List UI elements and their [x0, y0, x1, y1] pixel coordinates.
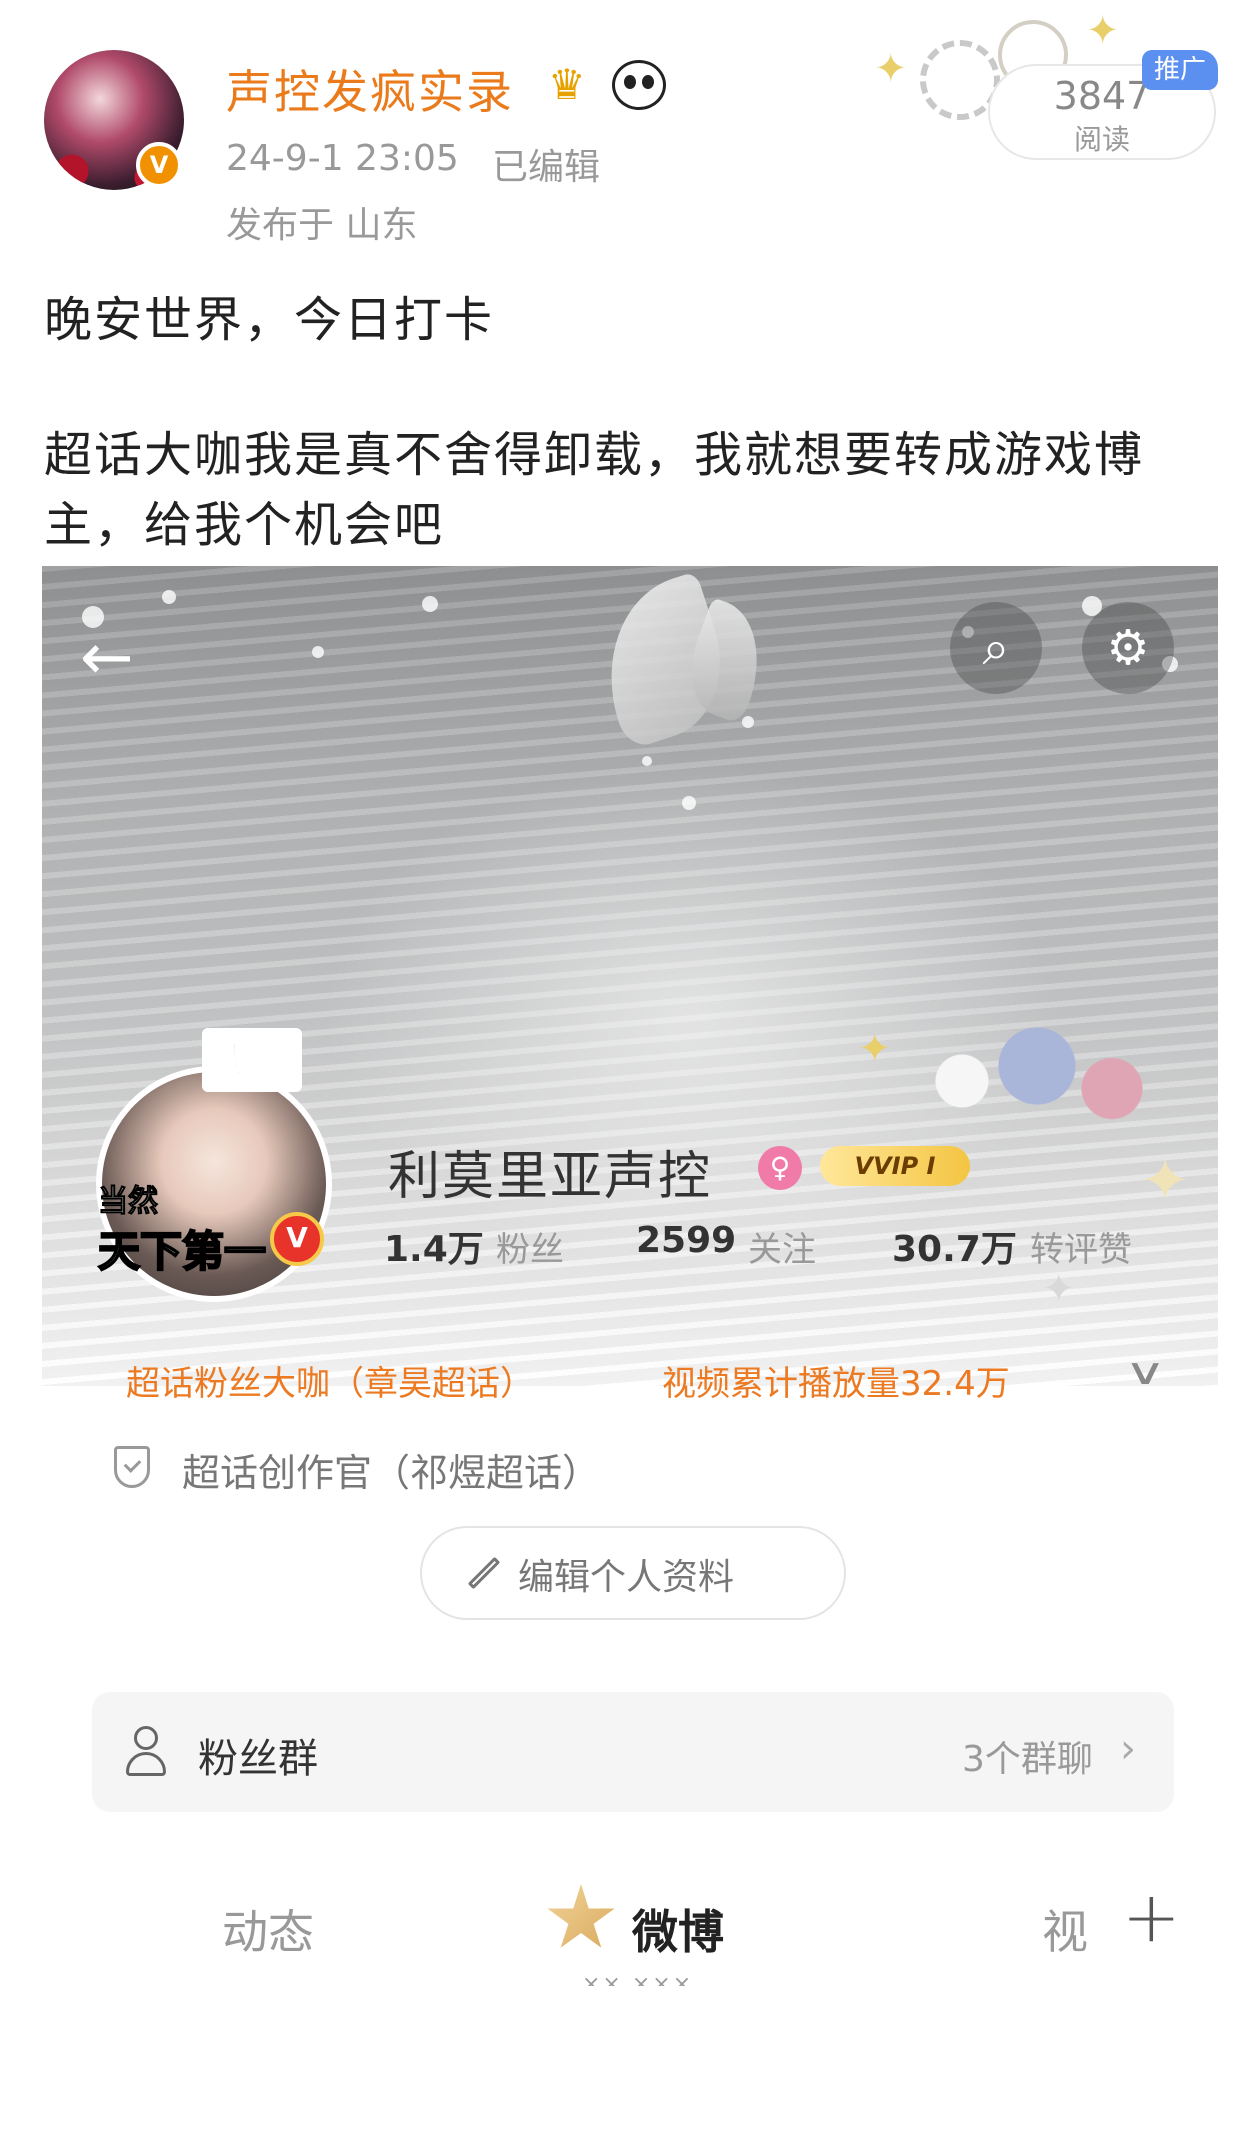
- video-plays-badge[interactable]: 视频累计播放量32.4万: [662, 1356, 1010, 1405]
- post-text-line-1: 晚安世界，今日打卡: [44, 292, 495, 348]
- edited-label[interactable]: 已编辑: [492, 138, 600, 190]
- star-decoration-icon: ✦: [874, 46, 908, 92]
- edit-profile-label: 编辑个人资料: [518, 1557, 735, 1598]
- avatar-sticker-big: 天下第一: [97, 1226, 267, 1277]
- creator-title[interactable]: 超话创作官（祁煜超话）: [182, 1442, 600, 1497]
- vip-badge[interactable]: VVIP I: [820, 1146, 970, 1186]
- panda-icon: [612, 60, 666, 110]
- superfan-badge[interactable]: 超话粉丝大咖（章昊超话）: [126, 1356, 534, 1405]
- plus-icon[interactable]: +: [1122, 1876, 1181, 1958]
- group-icon: [120, 1726, 174, 1780]
- post-time: 24-9-1 23:05: [226, 138, 459, 179]
- profile-name: 利莫里亚声控: [388, 1147, 713, 1207]
- star-decoration-icon: ✦: [858, 1026, 892, 1072]
- female-icon: ♀: [758, 1146, 802, 1190]
- star-decoration-icon: ✦: [1042, 1266, 1076, 1312]
- star-decoration-icon: ✦: [1086, 8, 1120, 54]
- post-text-line-2: 超话大咖我是真不舍得卸载，我就想要转成游戏博主，给我个机会吧: [44, 427, 1145, 553]
- chevron-right-icon: ›: [1120, 1726, 1136, 1772]
- following-label[interactable]: 关注: [748, 1222, 816, 1271]
- verified-badge-icon: V: [270, 1212, 324, 1266]
- tab-weibo[interactable]: 微博: [632, 1896, 724, 1962]
- following-count[interactable]: 2599: [636, 1220, 736, 1261]
- tab-weibo-subtitle: ×× ×××: [582, 1972, 694, 1986]
- tab-video[interactable]: 视: [1042, 1896, 1088, 1962]
- interactions-label[interactable]: 转评赞: [1030, 1222, 1132, 1271]
- crown-icon: ♛: [548, 60, 586, 109]
- fans-group-count: 3个群聊: [962, 1739, 1093, 1780]
- fans-group-card[interactable]: 粉丝群 3个群聊 ›: [92, 1692, 1174, 1812]
- gear-icon[interactable]: ⚙: [1082, 602, 1174, 694]
- fans-group-label: 粉丝群: [198, 1736, 318, 1782]
- verified-badge-icon: V: [136, 142, 182, 188]
- flower-decoration: [872, 1006, 1172, 1156]
- avatar-sticker-top: 我推: [202, 1028, 302, 1092]
- fans-label[interactable]: 粉丝: [496, 1222, 564, 1271]
- search-icon[interactable]: ⌕: [950, 602, 1042, 694]
- promo-badge[interactable]: 推广: [1142, 50, 1218, 90]
- edit-profile-button[interactable]: 编辑个人资料: [420, 1526, 846, 1620]
- shield-icon: [114, 1446, 150, 1488]
- author-name[interactable]: 声控发疯实录: [226, 56, 514, 122]
- interactions-count[interactable]: 30.7万: [892, 1220, 1017, 1272]
- embedded-screenshot[interactable]: ← ⌕ ⚙ ✦ ✦ ✦ 我推 当然 天下第一 V 利莫里亚声控 ♀ VVIP I…: [42, 566, 1218, 1986]
- back-arrow-icon[interactable]: ←: [80, 626, 134, 690]
- star-tab-icon: [547, 1884, 615, 1948]
- chevron-down-icon[interactable]: ∨: [1124, 1352, 1166, 1393]
- pencil-icon: [467, 1556, 501, 1590]
- avatar-sticker-small: 当然: [98, 1184, 159, 1220]
- fans-count[interactable]: 1.4万: [384, 1220, 484, 1272]
- read-count-label: 阅读: [1073, 123, 1130, 156]
- post-location: 发布于 山东: [226, 205, 418, 246]
- tab-dynamics[interactable]: 动态: [222, 1896, 314, 1962]
- star-decoration-icon: ✦: [1140, 1146, 1191, 1216]
